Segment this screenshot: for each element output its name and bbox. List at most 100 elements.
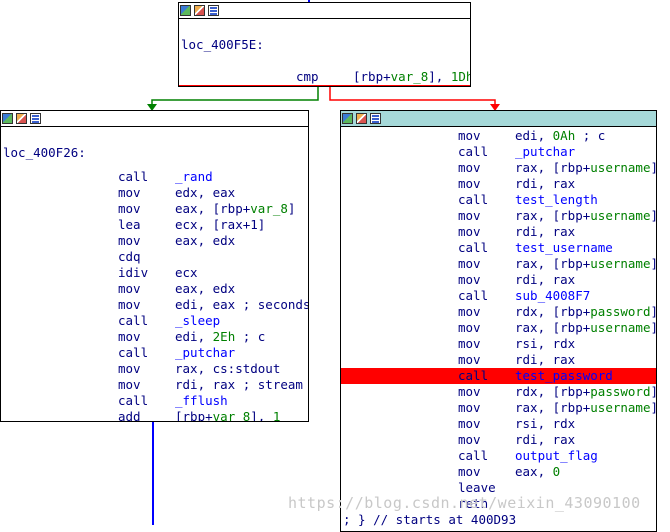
operand: eax, edx <box>175 233 235 249</box>
operand-part: edi, <box>175 329 213 344</box>
instruction-line[interactable]: mov rdi, rax <box>341 432 656 448</box>
instruction-line[interactable]: cdq <box>1 249 308 265</box>
instruction-line[interactable]: call test_password <box>341 368 656 384</box>
instruction-line[interactable]: mov rax, [rbp+username] <box>341 256 656 272</box>
instruction-line[interactable]: mov rax, [rbp+username] <box>341 400 656 416</box>
mnemonic: add <box>118 409 141 422</box>
operand: rax, [rbp+username] <box>515 400 656 416</box>
variable-ref[interactable]: username <box>590 320 650 335</box>
block-label[interactable]: loc_400F26: <box>1 145 308 161</box>
instruction-line[interactable]: lea ecx, [rax+1] <box>1 217 308 233</box>
label-text: loc_400F5E: <box>181 37 264 52</box>
color-palette-icon[interactable] <box>356 113 367 124</box>
text-view-icon[interactable] <box>370 113 381 124</box>
operand-part: ] <box>650 304 656 319</box>
node-loc-400f26[interactable]: loc_400F26: call _rand mov edx, eax mov eax, [… <box>0 110 309 422</box>
instruction-line[interactable]: cmp [rbp+var_8], 1Dh <box>179 69 470 85</box>
variable-ref[interactable]: password <box>590 304 650 319</box>
operand: rsi, rdx <box>515 336 575 352</box>
label-text: loc_400F26: <box>3 145 86 160</box>
function-ref[interactable]: _putchar <box>175 345 235 360</box>
variable-ref[interactable]: username <box>590 256 650 271</box>
instruction-line[interactable]: call _putchar <box>341 144 656 160</box>
variable-ref[interactable]: password <box>590 384 650 399</box>
instruction-line[interactable]: call _putchar <box>1 345 308 361</box>
instruction-line[interactable]: mov rsi, rdx <box>341 336 656 352</box>
instruction-line[interactable]: mov rax, [rbp+username] <box>341 208 656 224</box>
operand-part: eax, edx <box>175 233 236 248</box>
color-palette-icon[interactable] <box>194 5 205 16</box>
function-ref[interactable]: _rand <box>175 169 213 184</box>
mnemonic: mov <box>458 160 481 175</box>
instruction-line[interactable]: mov rax, [rbp+username] <box>341 160 656 176</box>
instruction-line[interactable]: mov edx, eax <box>1 185 308 201</box>
variable-ref[interactable]: username <box>590 208 650 223</box>
function-ref[interactable]: test_password <box>515 368 613 383</box>
instruction-line[interactable]: mov eax, edx <box>1 233 308 249</box>
node-right-block[interactable]: mov edi, 0Ah ; c call _putchar mov rax, [rbp+… <box>340 110 657 532</box>
instruction-line[interactable]: mov eax, 0 <box>341 464 656 480</box>
block-label[interactable]: loc_400F5E: <box>179 37 470 53</box>
operand-part: rax, [rbp+ <box>515 208 591 223</box>
mnemonic: mov <box>458 256 481 271</box>
instruction-line[interactable]: mov rsi, rdx <box>341 416 656 432</box>
variable-ref[interactable]: username <box>590 160 650 175</box>
instruction-line[interactable]: mov rdi, rax <box>341 176 656 192</box>
instruction-line[interactable]: mov eax, edx <box>1 281 308 297</box>
variable-ref[interactable]: var_8 <box>213 409 251 421</box>
instruction-line[interactable]: mov rdi, rax <box>341 224 656 240</box>
instruction-line[interactable]: mov rdi, rax <box>341 272 656 288</box>
function-ref[interactable]: output_flag <box>515 448 598 463</box>
instruction-line[interactable]: call test_username <box>341 240 656 256</box>
instruction-line[interactable]: add [rbp+var_8], 1 <box>1 409 308 422</box>
graph-overview-icon[interactable] <box>180 5 191 16</box>
instruction-line[interactable]: idiv ecx <box>1 265 308 281</box>
operand-part: rsi, rdx <box>515 336 576 351</box>
operand-part: ] <box>650 256 656 271</box>
variable-ref[interactable]: username <box>590 400 650 415</box>
instruction-line[interactable]: mov edi, eax ; seconds <box>1 297 308 313</box>
operand: rdi, rax <box>515 272 575 288</box>
edge-false-branch <box>329 86 496 106</box>
instruction-line[interactable]: jle short loc_400F26 <box>179 85 470 86</box>
function-ref[interactable]: test_username <box>515 240 613 255</box>
graph-overview-icon[interactable] <box>342 113 353 124</box>
instruction-line[interactable]: mov rdi, rax <box>341 352 656 368</box>
instruction-line[interactable]: call _fflush <box>1 393 308 409</box>
instruction-line[interactable]: call test_length <box>341 192 656 208</box>
function-ref[interactable]: _fflush <box>175 393 228 408</box>
instruction-line[interactable]: mov rax, [rbp+username] <box>341 320 656 336</box>
node-loc-400f5e[interactable]: loc_400F5E: cmp [rbp+var_8], 1Dh jle short l… <box>178 2 471 87</box>
instruction-line[interactable]: mov rdi, rax ; stream <box>1 377 308 393</box>
function-ref[interactable]: _putchar <box>515 144 575 159</box>
instruction-line[interactable]: mov rdx, [rbp+password] <box>341 384 656 400</box>
operand-part: ] <box>650 160 656 175</box>
graph-overview-icon[interactable] <box>2 113 13 124</box>
instruction-line[interactable]: call output_flag <box>341 448 656 464</box>
edge-true-branch <box>151 86 319 106</box>
operand: _fflush <box>175 393 228 409</box>
function-ref[interactable]: sub_4008F7 <box>515 288 590 303</box>
text-view-icon[interactable] <box>208 5 219 16</box>
instruction-line[interactable]: mov eax, [rbp+var_8] <box>1 201 308 217</box>
function-ref[interactable]: test_length <box>515 192 598 207</box>
color-palette-icon[interactable] <box>16 113 27 124</box>
variable-ref[interactable]: var_8 <box>250 201 288 216</box>
instruction-line[interactable]: mov rax, cs:stdout <box>1 361 308 377</box>
operand-part: 1 <box>272 409 281 422</box>
mnemonic: mov <box>458 400 481 415</box>
variable-ref[interactable]: var_8 <box>391 69 429 84</box>
mnemonic: mov <box>458 272 481 287</box>
instruction-line[interactable]: mov rdx, [rbp+password] <box>341 304 656 320</box>
mnemonic: mov <box>118 377 141 392</box>
instruction-line[interactable]: call _sleep <box>1 313 308 329</box>
operand-part: ; c <box>575 128 606 143</box>
function-ref[interactable]: _sleep <box>175 313 220 328</box>
instruction-line[interactable]: call sub_4008F7 <box>341 288 656 304</box>
instruction-line[interactable]: mov edi, 2Eh ; c <box>1 329 308 345</box>
instruction-line[interactable]: mov edi, 0Ah ; c <box>341 128 656 144</box>
operand: rdi, rax ; stream <box>175 377 303 393</box>
instruction-line[interactable]: call _rand <box>1 169 308 185</box>
text-view-icon[interactable] <box>30 113 41 124</box>
block-footer-comment: ; } // starts at 400D93 <box>341 512 656 528</box>
